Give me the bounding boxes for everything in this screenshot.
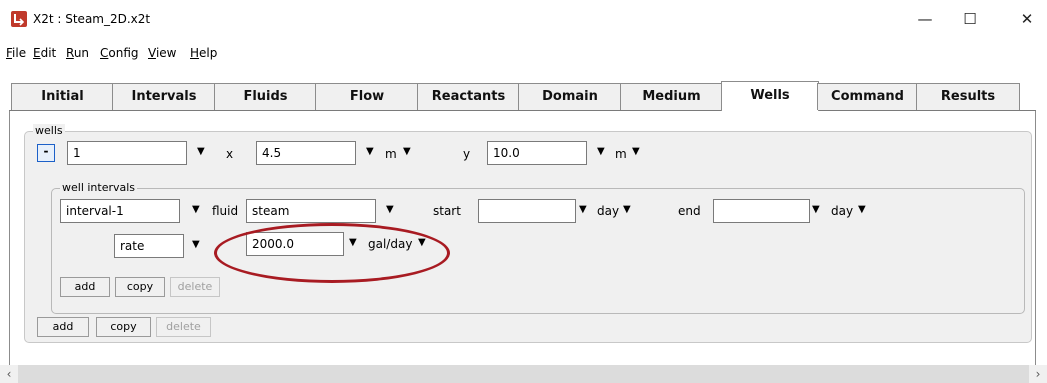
x-dropdown-icon[interactable]: ▼ [366,146,374,158]
highlight-ellipse [214,223,450,283]
x-unit[interactable]: m [385,147,397,161]
menu-edit[interactable]: Edit [33,46,56,60]
y-dropdown-icon[interactable]: ▼ [597,146,605,158]
y-label: y [463,147,471,161]
wells-panel: wells - 1 ▼ x 4.5 ▼ m ▼ y 10.0 ▼ m ▼ wel… [9,111,1036,373]
tab-domain[interactable]: Domain [518,83,622,110]
interval-name-field[interactable]: interval-1 [60,199,180,223]
well-add-button[interactable]: add [37,317,89,337]
menu-config[interactable]: Config [100,46,139,60]
fluid-dropdown-icon[interactable]: ▼ [386,204,394,216]
well-name-field[interactable]: 1 [67,141,187,165]
end-field[interactable] [713,199,810,223]
tab-medium[interactable]: Medium [620,83,723,110]
well-name-dropdown-icon[interactable]: ▼ [197,146,205,158]
scrollbar-track[interactable] [18,365,1029,383]
end-unit-dropdown-icon[interactable]: ▼ [858,204,866,216]
end-unit[interactable]: day [831,204,853,218]
interval-add-button[interactable]: add [60,277,110,297]
interval-delete-button[interactable]: delete [170,277,220,297]
end-label: end [678,204,701,218]
rate-type-field[interactable]: rate [114,234,184,258]
tab-reactants[interactable]: Reactants [417,83,520,110]
menu-view[interactable]: View [148,46,176,60]
well-copy-button[interactable]: copy [96,317,151,337]
menu-run[interactable]: Run [66,46,89,60]
fluid-label: fluid [212,204,239,218]
menu-file[interactable]: File [6,46,26,60]
tab-fluids[interactable]: Fluids [214,83,317,110]
tab-flow[interactable]: Flow [315,83,419,110]
well-intervals-group: well intervals interval-1 ▼ fluid steam … [51,181,1025,314]
interval-name-dropdown-icon[interactable]: ▼ [192,204,200,216]
start-field[interactable] [478,199,576,223]
window-title: X2t : Steam_2D.x2t [33,12,151,26]
scroll-left-icon[interactable]: ‹ [0,365,18,383]
wells-group: wells - 1 ▼ x 4.5 ▼ m ▼ y 10.0 ▼ m ▼ wel… [24,124,1032,343]
menu-help[interactable]: Help [190,46,217,60]
x-label: x [226,147,234,161]
scroll-right-icon[interactable]: › [1029,365,1047,383]
interval-copy-button[interactable]: copy [115,277,165,297]
tab-initial[interactable]: Initial [11,83,114,110]
close-button[interactable]: ✕ [1012,6,1042,32]
start-label: start [433,204,461,218]
tab-wells[interactable]: Wells [721,81,819,113]
minimize-button[interactable]: — [910,6,940,32]
x2t-app-icon [11,11,27,27]
title-bar: X2t : Steam_2D.x2t — ☐ ✕ [0,0,1047,40]
y-unit-dropdown-icon[interactable]: ▼ [632,146,640,158]
y-field[interactable]: 10.0 [487,141,587,165]
wells-group-label: wells [33,124,65,137]
tab-results[interactable]: Results [916,83,1020,110]
y-unit[interactable]: m [615,147,627,161]
well-intervals-group-label: well intervals [60,181,138,194]
start-unit-dropdown-icon[interactable]: ▼ [623,204,631,216]
start-unit[interactable]: day [597,204,619,218]
tab-command[interactable]: Command [817,83,918,110]
horizontal-scrollbar[interactable]: ‹ › [0,365,1047,383]
tab-intervals[interactable]: Intervals [112,83,216,110]
end-dropdown-icon[interactable]: ▼ [812,204,820,216]
x-field[interactable]: 4.5 [256,141,356,165]
fluid-field[interactable]: steam [246,199,376,223]
maximize-button[interactable]: ☐ [955,6,985,32]
start-dropdown-icon[interactable]: ▼ [579,204,587,216]
well-delete-button[interactable]: delete [156,317,211,337]
x-unit-dropdown-icon[interactable]: ▼ [403,146,411,158]
collapse-well-button[interactable]: - [37,144,55,162]
tab-strip: Initial Intervals Fluids Flow Reactants … [9,81,1036,113]
rate-type-dropdown-icon[interactable]: ▼ [192,239,200,251]
